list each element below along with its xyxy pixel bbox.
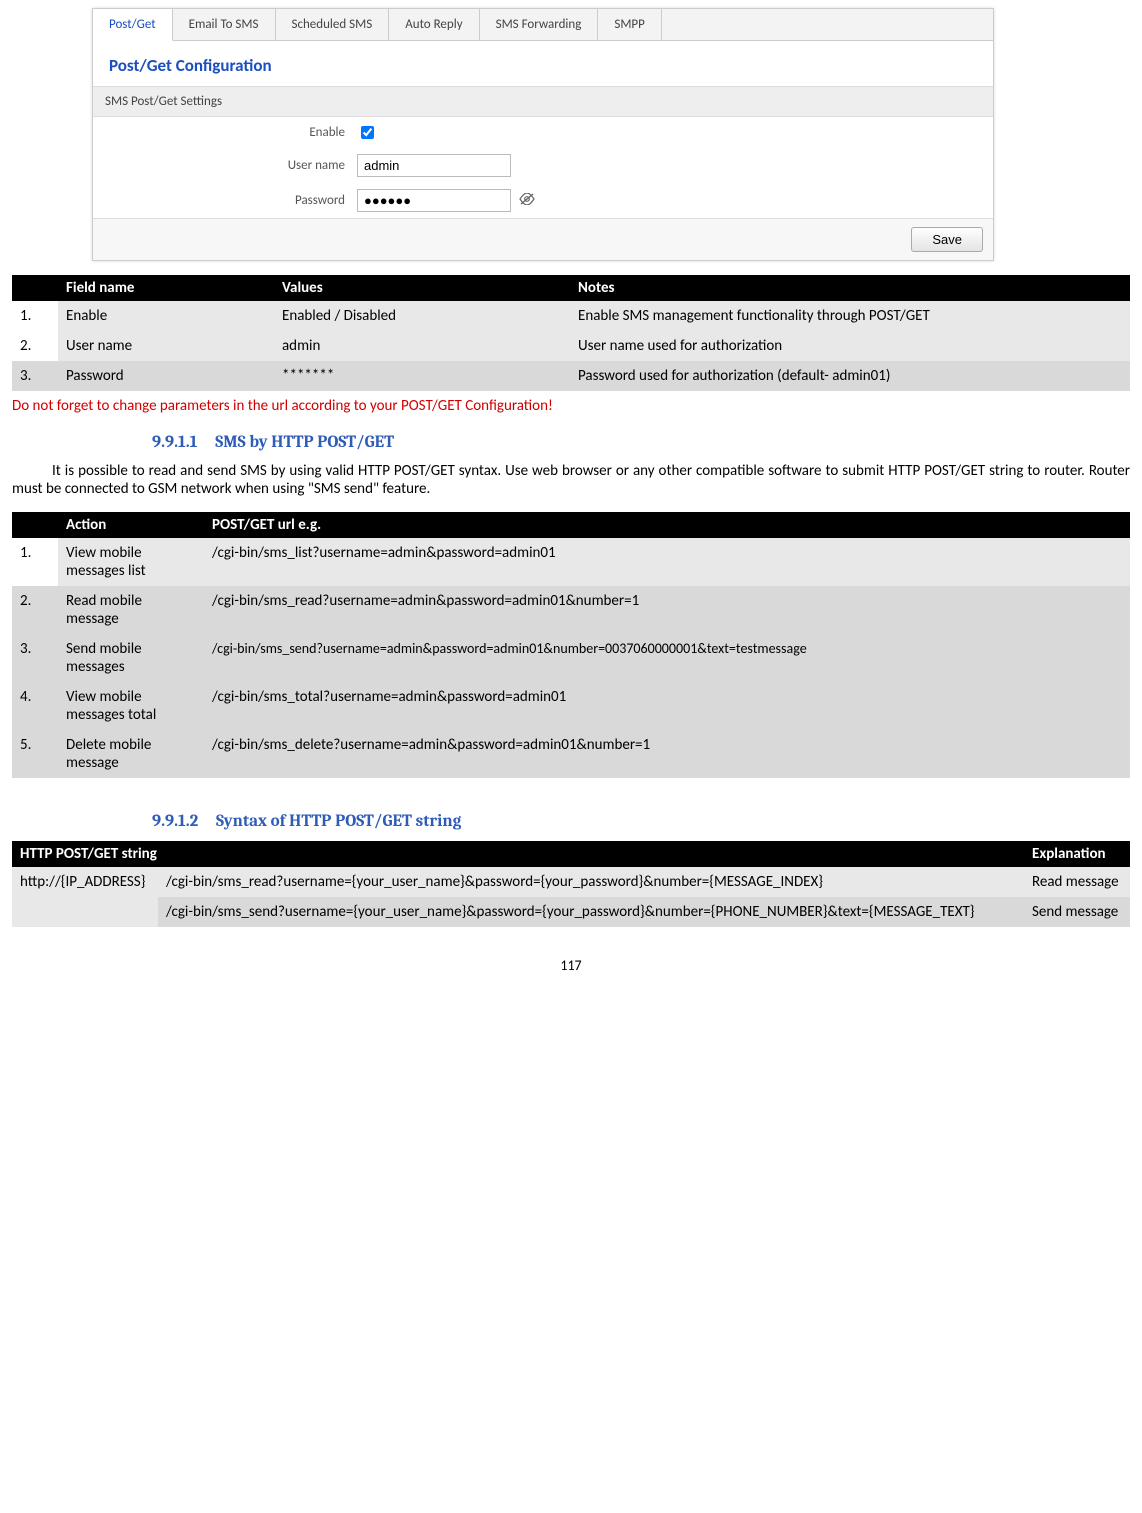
- cell-action: Send mobile messages: [58, 634, 204, 682]
- page-number: 117: [12, 957, 1130, 974]
- cell-val: admin: [274, 331, 570, 361]
- table-row: 4. View mobile messages total /cgi-bin/s…: [12, 682, 1130, 730]
- cell-exp: Send message: [1024, 897, 1130, 927]
- enable-checkbox[interactable]: [361, 126, 374, 139]
- heading-text: Syntax of HTTP POST/GET string: [216, 812, 461, 831]
- cell-field: Enable: [58, 301, 274, 331]
- heading-num: 9.9.1.2: [152, 812, 198, 831]
- heading-num: 9.9.1.1: [152, 433, 197, 452]
- config-panel: Post/Get Email To SMS Scheduled SMS Auto…: [92, 8, 994, 261]
- cell-exp: Read message: [1024, 867, 1130, 897]
- cell-field: User name: [58, 331, 274, 361]
- cell-action: View mobile messages list: [58, 538, 204, 586]
- eye-off-icon[interactable]: [519, 192, 535, 209]
- cell-val: *******: [274, 361, 570, 391]
- tab-scheduled-sms[interactable]: Scheduled SMS: [276, 9, 390, 40]
- cell-url: /cgi-bin/sms_send?username={your_user_na…: [158, 897, 1024, 927]
- table-row: 1. View mobile messages list /cgi-bin/sm…: [12, 538, 1130, 586]
- username-input[interactable]: [357, 154, 511, 177]
- cell-action: Delete mobile message: [58, 730, 204, 778]
- settings-header: SMS Post/Get Settings: [93, 86, 993, 117]
- table-row: 2. User name admin User name used for au…: [12, 331, 1130, 361]
- row-num: 2.: [12, 331, 58, 361]
- password-input[interactable]: [357, 189, 511, 212]
- row-num: 1.: [12, 538, 58, 586]
- warning-text: Do not forget to change parameters in th…: [12, 397, 1130, 415]
- col-field-name: Field name: [58, 275, 274, 301]
- col-url: POST/GET url e.g.: [204, 512, 1130, 538]
- row-num: 3.: [12, 634, 58, 682]
- cell-url: /cgi-bin/sms_send?username=admin&passwor…: [204, 634, 1130, 682]
- table-row: /cgi-bin/sms_send?username={your_user_na…: [12, 897, 1130, 927]
- syntax-table: HTTP POST/GET string Explanation http://…: [12, 841, 1130, 927]
- tab-email-to-sms[interactable]: Email To SMS: [173, 9, 276, 40]
- col-values: Values: [274, 275, 570, 301]
- cell-host: http://{IP_ADDRESS}: [12, 867, 158, 927]
- col-notes: Notes: [570, 275, 1130, 301]
- table-row: 1. Enable Enabled / Disabled Enable SMS …: [12, 301, 1130, 331]
- enable-label: Enable: [105, 125, 357, 140]
- save-button[interactable]: Save: [911, 227, 983, 252]
- col-string: HTTP POST/GET string: [12, 841, 1024, 867]
- row-num: 2.: [12, 586, 58, 634]
- subheading-1: 9.9.1.1 SMS by HTTP POST/GET: [152, 433, 1130, 452]
- cell-url: /cgi-bin/sms_total?username=admin&passwo…: [204, 682, 1130, 730]
- tab-auto-reply[interactable]: Auto Reply: [389, 9, 479, 40]
- col-action: Action: [58, 512, 204, 538]
- cell-notes: Enable SMS management functionality thro…: [570, 301, 1130, 331]
- table-row: http://{IP_ADDRESS} /cgi-bin/sms_read?us…: [12, 867, 1130, 897]
- table-row: 3. Password ******* Password used for au…: [12, 361, 1130, 391]
- col-explanation: Explanation: [1024, 841, 1130, 867]
- table-row: 3. Send mobile messages /cgi-bin/sms_sen…: [12, 634, 1130, 682]
- cell-field: Password: [58, 361, 274, 391]
- username-label: User name: [105, 158, 357, 173]
- row-num: 5.: [12, 730, 58, 778]
- subheading-2: 9.9.1.2 Syntax of HTTP POST/GET string: [152, 812, 1130, 831]
- table-row: 5. Delete mobile message /cgi-bin/sms_de…: [12, 730, 1130, 778]
- table-row: 2. Read mobile message /cgi-bin/sms_read…: [12, 586, 1130, 634]
- password-label: Password: [105, 193, 357, 208]
- row-num: 1.: [12, 301, 58, 331]
- tab-bar: Post/Get Email To SMS Scheduled SMS Auto…: [93, 9, 993, 41]
- col-blank: [12, 275, 58, 301]
- cell-url: /cgi-bin/sms_read?username=admin&passwor…: [204, 586, 1130, 634]
- col-blank: [12, 512, 58, 538]
- row-num: 3.: [12, 361, 58, 391]
- tab-post-get[interactable]: Post/Get: [93, 9, 173, 41]
- cell-action: Read mobile message: [58, 586, 204, 634]
- tab-sms-forwarding[interactable]: SMS Forwarding: [480, 9, 599, 40]
- tab-smpp[interactable]: SMPP: [598, 9, 662, 40]
- cell-action: View mobile messages total: [58, 682, 204, 730]
- row-num: 4.: [12, 682, 58, 730]
- paragraph-1: It is possible to read and send SMS by u…: [12, 462, 1130, 498]
- heading-text: SMS by HTTP POST/GET: [215, 433, 394, 452]
- cell-notes: User name used for authorization: [570, 331, 1130, 361]
- section-title: Post/Get Configuration: [93, 41, 993, 86]
- action-table: Action POST/GET url e.g. 1. View mobile …: [12, 512, 1130, 778]
- cell-notes: Password used for authorization (default…: [570, 361, 1130, 391]
- cell-url: /cgi-bin/sms_read?username={your_user_na…: [158, 867, 1024, 897]
- cell-url: /cgi-bin/sms_delete?username=admin&passw…: [204, 730, 1130, 778]
- cell-val: Enabled / Disabled: [274, 301, 570, 331]
- field-table: Field name Values Notes 1. Enable Enable…: [12, 275, 1130, 391]
- cell-url: /cgi-bin/sms_list?username=admin&passwor…: [204, 538, 1130, 586]
